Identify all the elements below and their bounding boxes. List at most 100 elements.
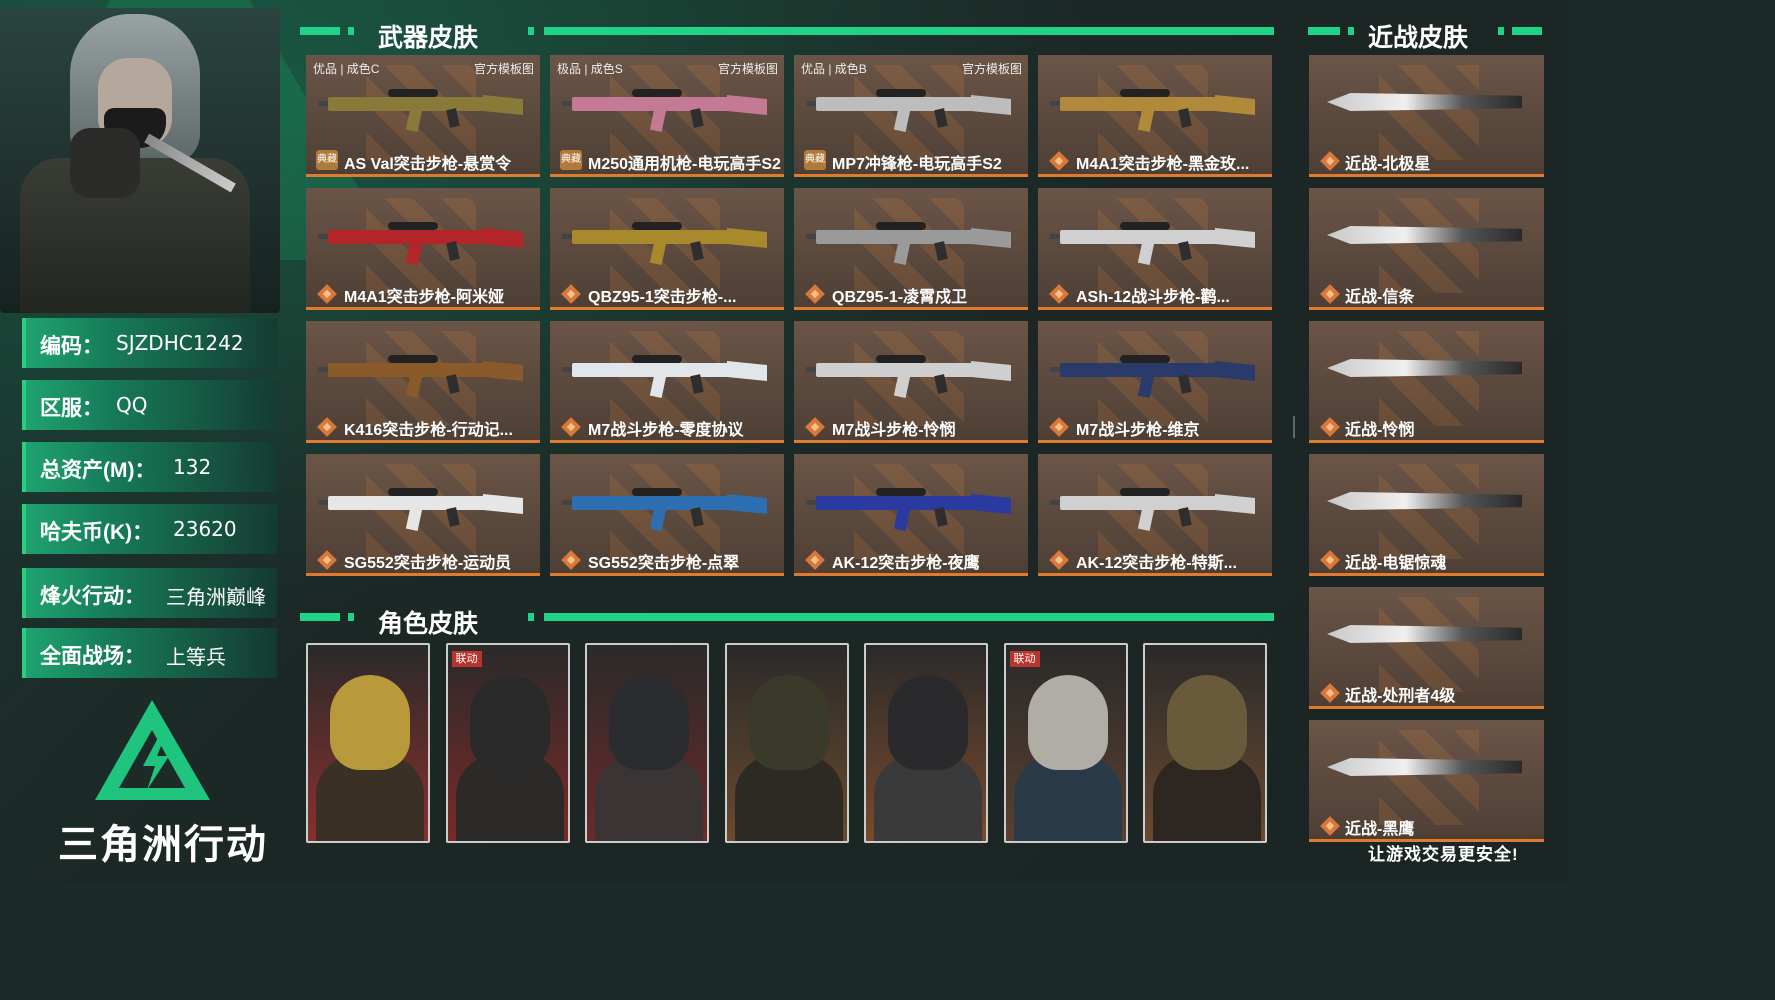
weapon-image <box>806 353 1016 399</box>
weapon-skin-card[interactable]: QBZ95-1突击步枪-... <box>550 188 784 310</box>
weapon-image <box>1050 353 1260 399</box>
gun-scope <box>632 488 682 496</box>
gun-body <box>1060 496 1220 510</box>
character-skin-card[interactable] <box>585 643 709 843</box>
gun-scope <box>1120 488 1170 496</box>
rarity-diamond-icon <box>561 417 581 437</box>
card-watermark <box>1379 597 1479 692</box>
gun-body <box>1060 97 1220 111</box>
rarity-diamond-icon <box>805 417 825 437</box>
gun-scope <box>1120 355 1170 363</box>
weapon-skin-card[interactable]: AK-12突击步枪-特斯... <box>1038 454 1272 576</box>
character-head <box>609 675 689 770</box>
character-skin-card[interactable]: 联动 <box>1003 643 1128 843</box>
info-value: 上等兵 <box>166 645 226 669</box>
character-head <box>1027 675 1108 770</box>
gun-scope <box>388 355 438 363</box>
template-note: 官方模板图 <box>961 62 1022 76</box>
info-value: QQ <box>116 393 148 417</box>
weapon-skin-grid: 优品 | 成色C 官方模板图 典藏 AS Val突击步枪-悬赏令 极品 | 成色S 官方模… <box>306 55 1273 576</box>
gun-scope <box>1120 222 1170 230</box>
melee-skin-name: 近战-黑鹰 <box>1345 821 1415 838</box>
melee-skin-card[interactable]: 近战-处刑者4级 <box>1309 587 1544 709</box>
header-bar <box>1348 27 1354 35</box>
gun-body <box>328 496 488 510</box>
weapon-skin-card[interactable]: QBZ95-1-凌霄戍卫 <box>794 188 1028 310</box>
melee-weapon-image <box>1327 359 1522 377</box>
section-title: 武器皮肤 <box>378 24 479 52</box>
rarity-diamond-icon <box>1320 816 1340 836</box>
weapon-skin-name: ASh-12战斗步枪-鹳... <box>1076 289 1230 306</box>
melee-skin-card[interactable]: 近战-北极星 <box>1309 55 1544 177</box>
card-watermark <box>1379 198 1479 293</box>
character-skin-card[interactable] <box>306 643 430 843</box>
gun-body <box>572 97 732 111</box>
rarity-diamond-icon <box>805 550 825 570</box>
weapon-skin-card[interactable]: 优品 | 成色B 官方模板图 典藏 MP7冲锋枪-电玩高手S2 <box>794 55 1028 177</box>
gun-grip <box>1178 108 1192 128</box>
info-row-warfare: 全面战场： 上等兵 <box>22 628 277 678</box>
rarity-diamond-icon <box>317 417 337 437</box>
weapon-skin-card[interactable]: ASh-12战斗步枪-鹳... <box>1038 188 1272 310</box>
character-skin-card[interactable]: 联动 <box>445 643 570 843</box>
header-bar <box>300 27 340 35</box>
weapon-skin-card[interactable]: M4A1突击步枪-阿米娅 <box>306 188 540 310</box>
delta-force-logo-icon <box>95 700 210 800</box>
melee-weapon-image <box>1327 625 1522 643</box>
rarity-diamond-icon <box>1320 550 1340 570</box>
info-row-operations: 烽火行动： 三角洲巅峰 <box>22 568 277 618</box>
rarity-diamond-icon <box>1320 284 1340 304</box>
character-skin-card[interactable] <box>724 643 849 843</box>
gun-stock <box>483 228 523 248</box>
weapon-image <box>318 220 528 266</box>
melee-weapon-image <box>1327 492 1522 510</box>
weapon-skin-name: M4A1突击步枪-黑金玫... <box>1076 156 1250 173</box>
weapon-skin-card[interactable]: SG552突击步枪-运动员 <box>306 454 540 576</box>
weapon-skin-card[interactable]: 极品 | 成色S 官方模板图 典藏 M250通用机枪-电玩高手S2 <box>550 55 784 177</box>
melee-skin-name: 近战-电锯惊魂 <box>1345 555 1447 572</box>
melee-skin-card[interactable]: 近战-怜悯 <box>1309 321 1544 443</box>
weapon-image <box>318 87 528 133</box>
portrait-glove <box>70 128 140 198</box>
weapon-skin-card[interactable]: 优品 | 成色C 官方模板图 典藏 AS Val突击步枪-悬赏令 <box>306 55 540 177</box>
weapon-skin-card[interactable]: M4A1突击步枪-黑金玫... <box>1038 55 1272 177</box>
gun-scope <box>876 355 926 363</box>
melee-skin-card[interactable]: 近战-电锯惊魂 <box>1309 454 1544 576</box>
character-skin-card[interactable] <box>1143 643 1267 843</box>
collection-badge-icon: 典藏 <box>560 150 582 170</box>
gun-body <box>572 363 732 377</box>
section-header-characters: 角色皮肤 <box>300 604 1280 638</box>
header-bar <box>1512 27 1542 35</box>
gun-stock <box>971 361 1011 381</box>
weapon-skin-name: AS Val突击步枪-悬赏令 <box>344 156 512 173</box>
rarity-diamond-icon <box>317 284 337 304</box>
gun-scope <box>1120 89 1170 97</box>
weapon-skin-card[interactable]: M7战斗步枪-怜悯 <box>794 321 1028 443</box>
gun-body <box>816 363 976 377</box>
weapon-skin-card[interactable]: M7战斗步枪-维京 <box>1038 321 1272 443</box>
weapon-skin-name: QBZ95-1突击步枪-... <box>588 289 737 306</box>
gun-scope <box>876 222 926 230</box>
collab-badge: 联动 <box>1009 651 1040 667</box>
weapon-skin-card[interactable]: M7战斗步枪-零度协议 <box>550 321 784 443</box>
weapon-skin-card[interactable]: AK-12突击步枪-夜鹰 <box>794 454 1028 576</box>
card-watermark <box>1379 464 1479 559</box>
info-key: 编码： <box>40 335 103 358</box>
rarity-diamond-icon <box>317 550 337 570</box>
card-watermark <box>1379 65 1479 160</box>
melee-weapon-image <box>1327 758 1522 776</box>
gun-stock <box>1215 494 1255 514</box>
character-skin-card[interactable] <box>864 643 988 843</box>
info-key: 总资产(M)： <box>40 459 156 482</box>
info-value: SJZDHC1242 <box>116 331 244 355</box>
info-key: 哈夫币(K)： <box>40 521 154 544</box>
gun-scope <box>388 89 438 97</box>
melee-skin-card[interactable]: 近战-信条 <box>1309 188 1544 310</box>
weapon-skin-card[interactable]: SG552突击步枪-点翠 <box>550 454 784 576</box>
weapon-skin-name: M4A1突击步枪-阿米娅 <box>344 289 505 306</box>
melee-skin-card[interactable]: 近战-黑鹰 <box>1309 720 1544 842</box>
weapon-skin-card[interactable]: K416突击步枪-行动记... <box>306 321 540 443</box>
weapon-image <box>562 220 772 266</box>
melee-skin-name: 近战-信条 <box>1345 289 1415 306</box>
profile-panel: 编码： SJZDHC1242 区服： QQ 总资产(M)： 132 哈夫币(K)… <box>0 0 290 883</box>
